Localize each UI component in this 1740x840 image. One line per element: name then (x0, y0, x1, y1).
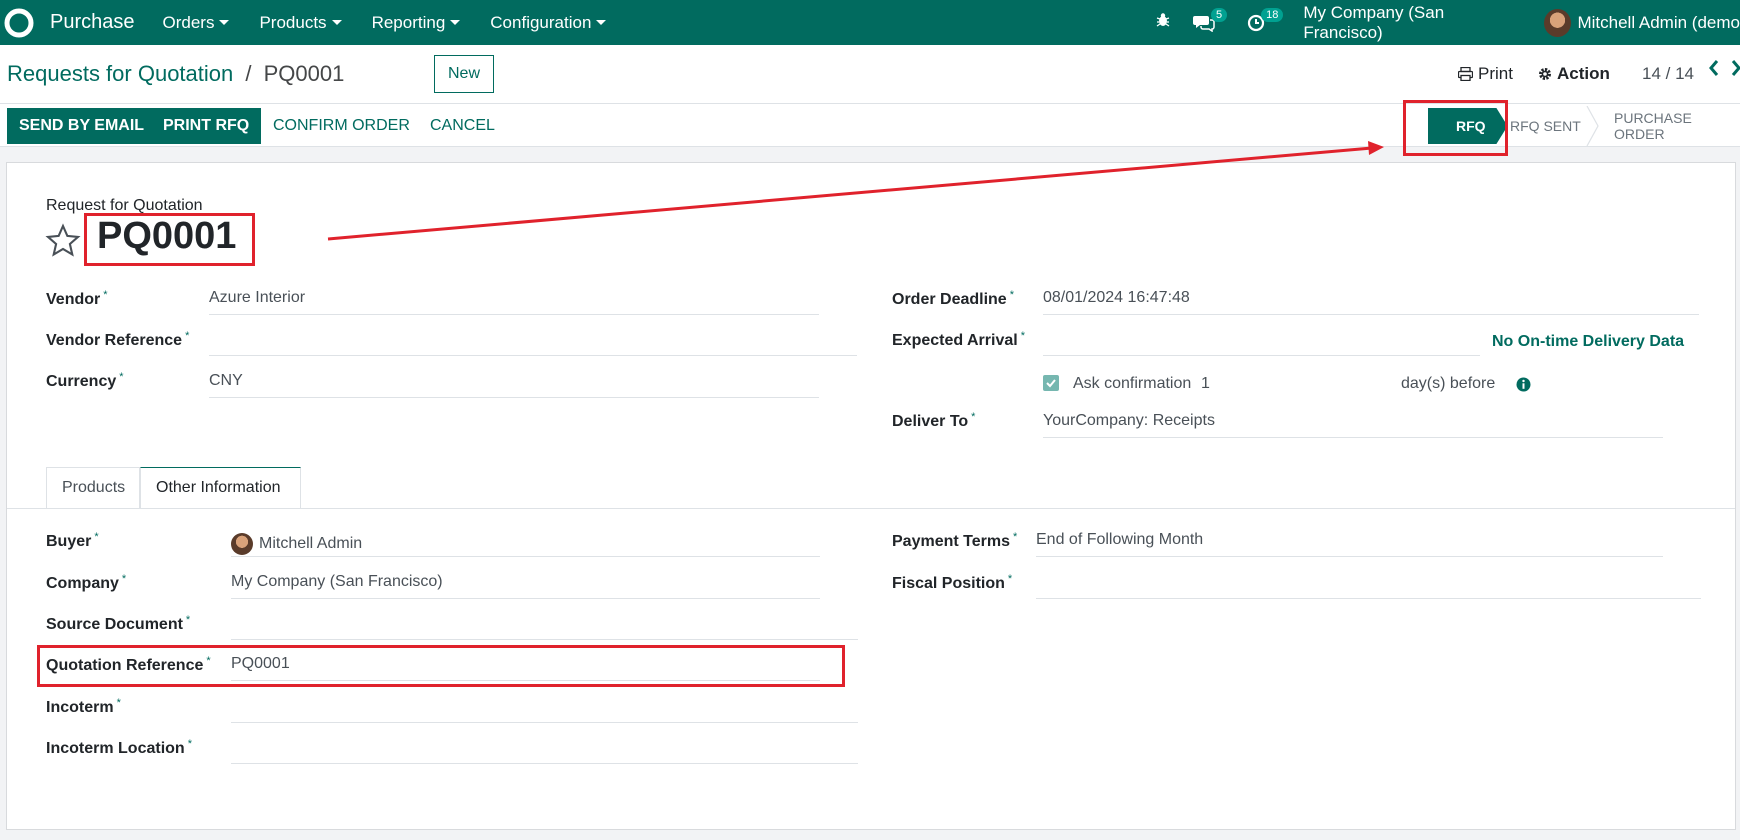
menu-label: Reporting (371, 12, 446, 32)
form-title-label: Request for Quotation (46, 197, 203, 214)
print-icon (1458, 67, 1473, 81)
chevron-left-icon (1709, 60, 1719, 76)
menu-products[interactable]: Products (259, 12, 342, 33)
record-name: PQ0001 (97, 215, 237, 257)
fiscal-position-label: Fiscal Position * (892, 573, 1013, 592)
breadcrumb: Requests for Quotation / PQ0001 (7, 61, 344, 87)
cancel-button[interactable]: CANCEL (418, 108, 507, 144)
stage-rfq[interactable]: RFQ (1428, 108, 1508, 144)
tab-products[interactable]: Products (46, 467, 140, 509)
caret-down-icon (450, 20, 461, 25)
quotation-reference-label: Quotation Reference * (46, 655, 211, 674)
print-button[interactable]: Print (1458, 64, 1513, 84)
caret-down-icon (331, 20, 342, 25)
incoterm-location-field[interactable] (231, 738, 858, 764)
confirm-order-button[interactable]: CONFIRM ORDER (261, 108, 422, 144)
breadcrumb-separator: / (245, 61, 252, 86)
company-field[interactable]: My Company (San Francisco) (231, 573, 820, 599)
print-rfq-button[interactable]: PRINT RFQ (151, 108, 262, 144)
print-label: Print (1478, 64, 1513, 83)
user-avatar[interactable] (1544, 8, 1572, 37)
caret-down-icon (596, 20, 607, 25)
currency-field[interactable]: CNY (209, 372, 819, 398)
app-name[interactable]: Purchase (50, 11, 135, 34)
activities-badge: 18 (1261, 7, 1284, 22)
fiscal-position-field[interactable] (1036, 573, 1701, 599)
menu-label: Configuration (490, 12, 592, 32)
order-deadline-field[interactable]: 08/01/2024 16:47:48 (1043, 289, 1699, 315)
info-icon[interactable] (1516, 377, 1531, 392)
breadcrumb-current: PQ0001 (263, 61, 345, 86)
breadcrumb-parent[interactable]: Requests for Quotation (7, 61, 233, 86)
checkmark-icon (1046, 379, 1056, 388)
incoterm-location-label: Incoterm Location * (46, 738, 192, 757)
tab-other-information[interactable]: Other Information (140, 467, 301, 509)
currency-label: Currency * (46, 371, 124, 390)
menu-reporting[interactable]: Reporting (372, 13, 461, 33)
odoo-logo-icon[interactable] (2, 6, 36, 40)
stage-separator-icon (1586, 106, 1599, 146)
buyer-avatar (231, 532, 253, 555)
control-panel: Requests for Quotation / PQ0001 New Prin… (0, 45, 1740, 103)
company-switcher[interactable]: My Company (San Francisco) (1303, 3, 1522, 43)
pager-value[interactable]: 14 / 14 (1642, 64, 1694, 84)
vendor-reference-label: Vendor Reference * (46, 330, 190, 349)
incoterm-label: Incoterm * (46, 697, 121, 716)
payment-terms-label: Payment Terms * (892, 531, 1018, 550)
action-button[interactable]: Action (1538, 64, 1610, 84)
star-favorite-icon[interactable] (45, 223, 81, 259)
vendor-reference-field[interactable] (209, 330, 857, 356)
gear-icon (1539, 68, 1551, 80)
action-label: Action (1557, 64, 1610, 83)
ask-confirmation-checkbox[interactable] (1043, 375, 1059, 391)
incoterm-field[interactable] (231, 697, 858, 723)
deliver-to-field[interactable]: YourCompany: Receipts (1043, 412, 1663, 438)
source-document-label: Source Document * (46, 614, 191, 633)
tab-divider (7, 508, 1735, 509)
send-by-email-button[interactable]: SEND BY EMAIL (7, 108, 157, 144)
activities-clock-icon[interactable]: 18 (1247, 7, 1284, 32)
menu-label: Products (259, 12, 327, 32)
user-menu[interactable]: Mitchell Admin (demo (1577, 13, 1740, 33)
chevron-right-icon (1731, 60, 1740, 76)
new-button[interactable]: New (434, 55, 494, 93)
days-before-label: day(s) before (1401, 375, 1496, 392)
menu-orders[interactable]: Orders (163, 13, 230, 33)
debug-bug-icon[interactable] (1155, 12, 1171, 33)
buyer-field[interactable]: Mitchell Admin (231, 531, 820, 557)
pager-next-button[interactable] (1730, 59, 1740, 77)
source-document-field[interactable] (231, 614, 858, 640)
expected-arrival-label: Expected Arrival * (892, 330, 1025, 349)
payment-terms-field[interactable]: End of Following Month (1036, 531, 1663, 557)
menu-configuration[interactable]: Configuration (490, 12, 607, 33)
ask-confirmation-days-field[interactable]: 1 (1201, 375, 1210, 393)
stage-purchase-order[interactable]: PURCHASE ORDER (1614, 108, 1740, 144)
status-bar: SEND BY EMAIL PRINT RFQ CONFIRM ORDER CA… (0, 103, 1740, 147)
buyer-value: Mitchell Admin (259, 534, 363, 552)
buyer-label: Buyer * (46, 531, 99, 550)
messages-icon[interactable]: 5 (1193, 7, 1228, 32)
top-navbar: Purchase Orders Products Reporting Confi… (0, 0, 1740, 45)
menu-label: Orders (162, 12, 215, 32)
caret-down-icon (219, 20, 230, 25)
vendor-field[interactable]: Azure Interior (209, 289, 819, 315)
messages-badge: 5 (1211, 7, 1228, 22)
expected-arrival-field[interactable] (1043, 330, 1480, 356)
stage-rfq-sent[interactable]: RFQ SENT (1510, 108, 1581, 144)
pager-previous-button[interactable] (1708, 59, 1720, 77)
deliver-to-label: Deliver To * (892, 411, 976, 430)
quotation-reference-field[interactable]: PQ0001 (231, 655, 820, 681)
vendor-label: Vendor * (46, 289, 108, 308)
form-sheet: Request for Quotation PQ0001 Vendor * Azu… (6, 162, 1736, 830)
on-time-delivery-link[interactable]: No On-time Delivery Data (1492, 333, 1684, 351)
order-deadline-label: Order Deadline * (892, 289, 1014, 308)
company-label: Company * (46, 573, 127, 592)
ask-confirmation-label: Ask confirmation (1073, 375, 1192, 392)
navbar-systray: 5 18 My Company (San Francisco) Mitchell… (1155, 0, 1740, 45)
